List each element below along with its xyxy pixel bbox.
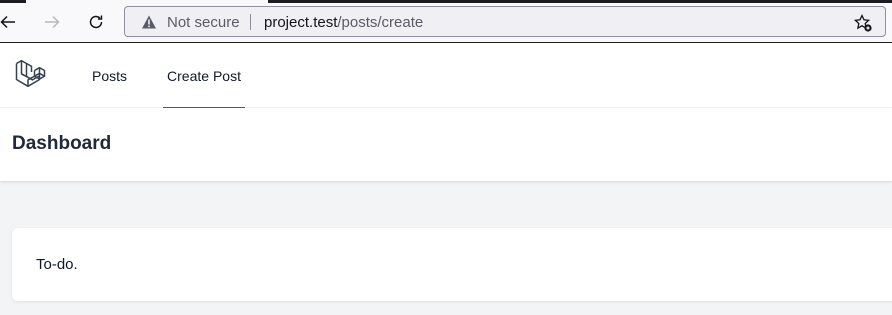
url-separator: [250, 14, 251, 30]
arrow-right-icon: [45, 15, 60, 29]
laravel-logo[interactable]: [15, 58, 48, 91]
card-text: To-do.: [36, 256, 78, 273]
arrow-left-icon: [0, 15, 15, 29]
url-text[interactable]: project.test/posts/create: [264, 14, 423, 31]
url-path: /posts/create: [337, 14, 424, 31]
page-header: Dashboard: [0, 108, 892, 181]
address-bar[interactable]: Not secure project.test/posts/create: [124, 6, 886, 37]
content-card: To-do.: [12, 228, 892, 301]
url-host: project.test: [264, 14, 338, 31]
tab-strip-edge: [0, 0, 26, 3]
nav-link-posts[interactable]: Posts: [92, 43, 127, 108]
forward-button[interactable]: [40, 10, 64, 34]
nav-link-label: Posts: [92, 67, 128, 84]
security-label[interactable]: Not secure: [167, 14, 240, 31]
browser-toolbar: Not secure project.test/posts/create: [0, 0, 892, 43]
bookmark-star-icon[interactable]: [853, 13, 873, 33]
nav-link-label: Create Post: [167, 67, 241, 84]
reload-button[interactable]: [84, 10, 108, 34]
back-button[interactable]: [0, 10, 20, 34]
nav-link-create-post[interactable]: Create Post: [163, 43, 245, 109]
page-title: Dashboard: [12, 133, 112, 154]
warning-icon: [142, 15, 156, 29]
app-navbar: Posts Create Post: [0, 43, 892, 109]
tab-strip-edge: [268, 0, 892, 3]
reload-icon: [89, 15, 103, 29]
